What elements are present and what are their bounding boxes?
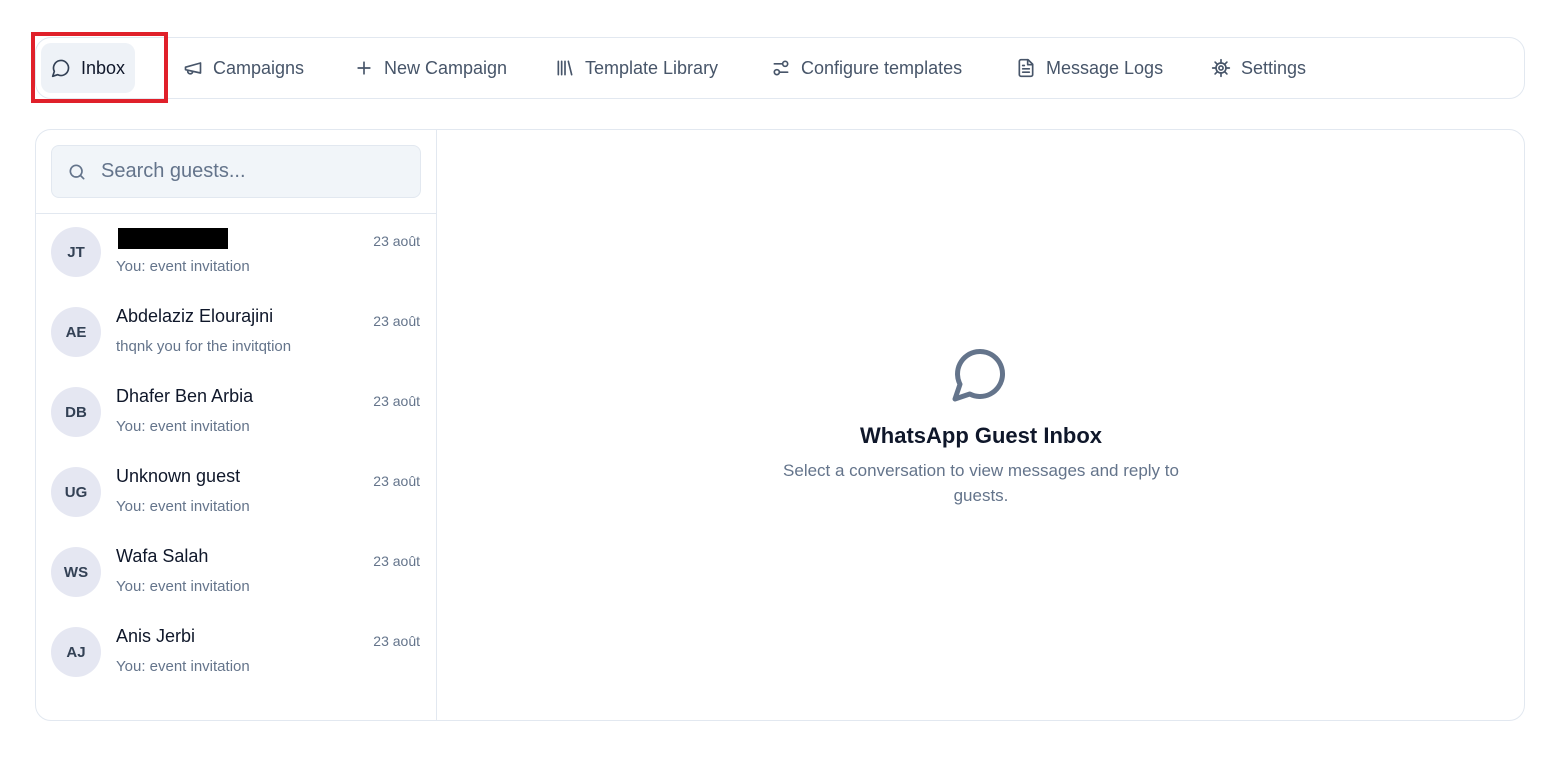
chat-bubble-icon [51,59,70,78]
search-icon [69,164,85,179]
conversation-preview: You: event invitation [116,498,250,515]
tab-new-campaign[interactable]: New Campaign [344,43,517,93]
tab-template-library-label: Template Library [585,57,719,78]
empty-state-text: Select a conversation to view messages a… [783,461,1179,505]
conversation-item[interactable]: AJ Anis Jerbi You: event invitation 23 a… [36,614,436,694]
avatar: WS [51,547,101,597]
search-input[interactable] [99,159,399,184]
avatar: DB [51,387,101,437]
conversation-item[interactable]: AE Abdelaziz Elourajini thqnk you for th… [36,294,436,374]
avatar: UG [51,467,101,517]
conversation-preview: You: event invitation [116,658,250,675]
conversation-preview: You: event invitation [116,578,250,595]
conversation-name: Abdelaziz Elourajini [116,306,274,326]
redacted-name [118,228,228,249]
empty-state-title: WhatsApp Guest Inbox [860,423,1102,448]
chat-bubble-icon [952,348,1006,402]
conversation-name: Dhafer Ben Arbia [116,386,254,406]
gear-icon [1211,58,1231,78]
avatar: JT [51,227,101,277]
conversation-item[interactable]: UG Unknown guest You: event invitation 2… [36,454,436,534]
conversation-date: 23 août [373,553,420,569]
tab-inbox[interactable]: Inbox [41,43,136,93]
conversation-preview: thqnk you for the invitqtion [116,338,292,355]
tab-inbox-label: Inbox [81,57,126,78]
inbox-panel: JT You: event invitation 23 août AE Abde… [35,129,1525,721]
tab-new-campaign-label: New Campaign [384,57,508,78]
plus-icon [357,61,371,75]
tab-settings-label: Settings [1241,57,1307,78]
conversation-date: 23 août [373,473,420,489]
empty-state: WhatsApp Guest Inbox Select a conversati… [437,130,1524,720]
search-box[interactable] [51,145,421,198]
top-nav: Inbox Campaigns New Campaign Template Li… [35,37,1525,99]
document-icon [1018,58,1034,78]
conversation-name: Unknown guest [116,466,241,486]
tab-campaigns[interactable]: Campaigns [173,43,314,93]
megaphone-icon [184,62,202,75]
conversation-date: 23 août [373,313,420,329]
conversation-item[interactable]: WS Wafa Salah You: event invitation 23 a… [36,534,436,614]
tab-template-library[interactable]: Template Library [545,43,728,93]
tab-configure-templates-label: Configure templates [801,57,963,78]
tab-configure-templates[interactable]: Configure templates [761,43,972,93]
conversation-name: Wafa Salah [116,546,209,566]
conversation-item[interactable]: DB Dhafer Ben Arbia You: event invitatio… [36,374,436,454]
tab-message-logs[interactable]: Message Logs [1006,43,1173,93]
search-area [36,130,436,214]
conversation-date: 23 août [373,233,420,249]
avatar: AJ [51,627,101,677]
sliders-icon [773,60,789,76]
tab-settings[interactable]: Settings [1201,43,1316,93]
tab-campaigns-label: Campaigns [213,57,305,78]
avatar: AE [51,307,101,357]
conversation-date: 23 août [373,633,420,649]
library-icon [557,60,573,76]
conversation-preview: You: event invitation [116,418,250,435]
conversation-name: Anis Jerbi [116,626,196,646]
conversation-preview: You: event invitation [116,258,250,275]
conversation-date: 23 août [373,393,420,409]
tab-message-logs-label: Message Logs [1046,57,1164,78]
conversation-sidebar: JT You: event invitation 23 août AE Abde… [36,130,437,720]
conversation-item[interactable]: JT You: event invitation 23 août [36,214,436,294]
